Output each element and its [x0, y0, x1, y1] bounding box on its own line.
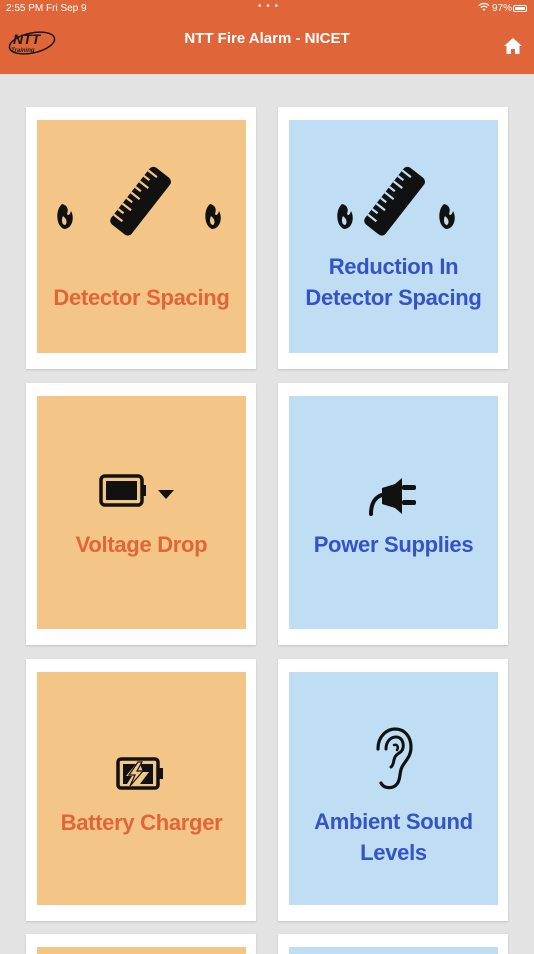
tile-panel: Power Supplies — [289, 396, 498, 629]
tile-label: Detector Spacing — [53, 285, 230, 310]
battery-charging-icon — [116, 757, 163, 790]
tile-label: Power Supplies — [313, 532, 474, 557]
tile-voltage-drop[interactable]: Voltage Drop — [26, 383, 256, 645]
multitasking-dots[interactable]: • • • — [258, 1, 279, 12]
nav-bar: NTT Training NTT Fire Alarm - NICET — [0, 18, 534, 74]
tile-detector-spacing[interactable]: Detector Spacing — [26, 107, 256, 369]
ear-icon — [376, 727, 413, 790]
tile-panel: Battery Charger — [37, 672, 246, 905]
battery-down-icon — [99, 474, 174, 507]
tile-panel — [289, 947, 498, 954]
battery-icon — [513, 5, 527, 12]
tile-label-line-2: Levels — [360, 840, 427, 865]
status-bar: 2:55 PM Fri Sep 9 • • • 97% — [0, 0, 534, 18]
wifi-icon — [478, 2, 490, 11]
tile-panel: Ambient Sound Levels — [289, 672, 498, 905]
tile-partial[interactable] — [26, 934, 256, 954]
tile-label-line-2: Detector Spacing — [305, 285, 482, 310]
tile-power-supplies[interactable]: Power Supplies — [278, 383, 508, 645]
tile-label: Battery Charger — [60, 810, 223, 835]
home-icon[interactable] — [503, 37, 523, 55]
plug-icon — [369, 478, 416, 516]
tile-label-line-1: Ambient Sound — [314, 809, 473, 834]
tile-panel: Voltage Drop — [37, 396, 246, 629]
ruler-flames-icon — [337, 166, 455, 236]
tile-ambient-sound-levels[interactable]: Ambient Sound Levels — [278, 659, 508, 921]
tile-label-line-1: Reduction In — [328, 254, 459, 279]
battery-percent: 97% — [492, 3, 513, 14]
tile-battery-charger[interactable]: Battery Charger — [26, 659, 256, 921]
tile-partial[interactable] — [278, 934, 508, 954]
ruler-flames-icon — [57, 166, 221, 236]
status-time: 2:55 PM — [6, 3, 44, 14]
tile-panel — [37, 947, 246, 954]
page-title: NTT Fire Alarm - NICET — [184, 30, 350, 47]
tile-label: Voltage Drop — [75, 532, 208, 557]
status-date: Fri Sep 9 — [46, 3, 87, 14]
tile-panel: Reduction In Detector Spacing — [289, 120, 498, 353]
tile-panel: Detector Spacing — [37, 120, 246, 353]
tile-reduction-in-detector-spacing[interactable]: Reduction In Detector Spacing — [278, 107, 508, 369]
svg-text:Training: Training — [11, 48, 35, 54]
